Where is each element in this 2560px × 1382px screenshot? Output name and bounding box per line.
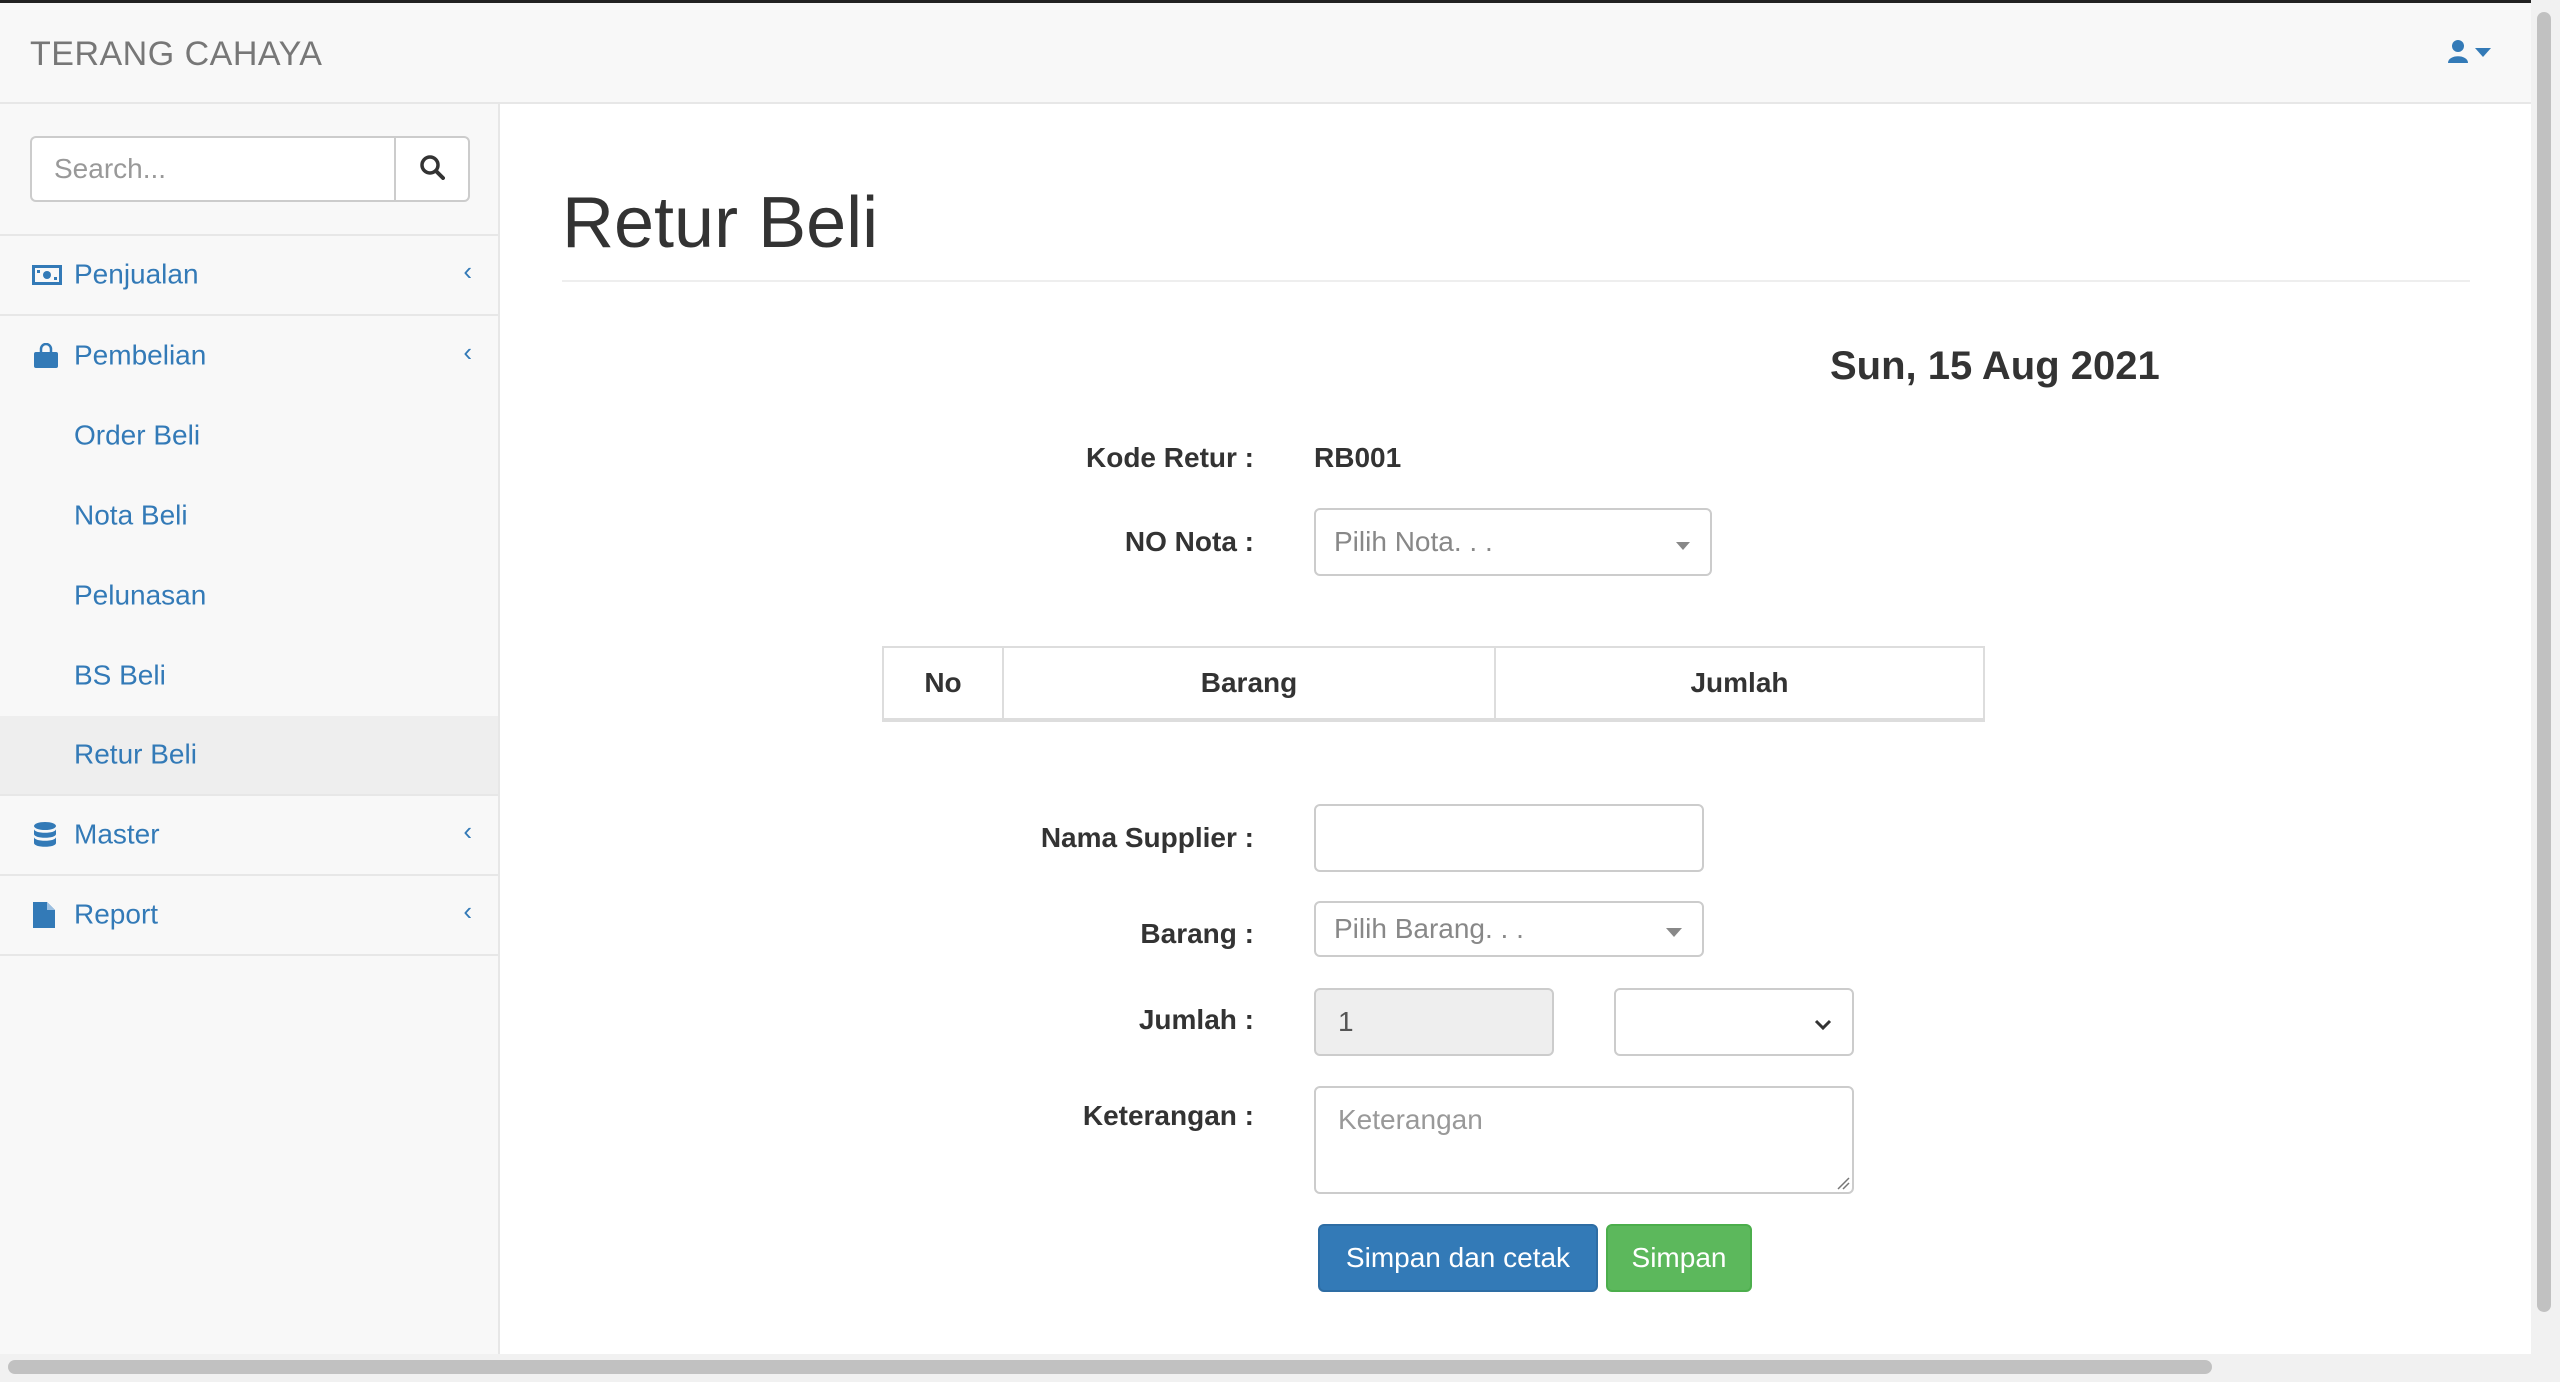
kode-retur-value: RB001 bbox=[1314, 442, 1402, 473]
sidebar-subitem-label: Order Beli bbox=[74, 419, 201, 451]
nama-supplier-input[interactable] bbox=[1314, 804, 1704, 872]
search-input[interactable] bbox=[30, 136, 394, 202]
sidebar-item-label: Master bbox=[74, 818, 160, 850]
caret-down-icon bbox=[2475, 45, 2491, 63]
chevron-left-icon: ‹ bbox=[463, 336, 472, 367]
nama-supplier-label: Nama Supplier : bbox=[1040, 822, 1254, 853]
resize-grip-icon[interactable] bbox=[1834, 1174, 2527, 1350]
chevron-left-icon: ‹ bbox=[463, 895, 472, 926]
sidebar-item-label: Penjualan bbox=[74, 258, 199, 290]
shopping-bag-icon bbox=[32, 343, 60, 369]
money-icon bbox=[32, 265, 62, 285]
title-divider bbox=[562, 280, 2470, 282]
jumlah-input[interactable] bbox=[1314, 988, 1554, 1056]
sidebar-item-pembelian[interactable]: Pembelian ‹ bbox=[0, 316, 498, 396]
no-nota-select[interactable]: Pilih Nota. . . bbox=[1314, 508, 1712, 576]
caret-down-icon bbox=[1666, 913, 1682, 945]
sidebar-item-label: Pembelian bbox=[74, 339, 207, 371]
sidebar-subitem-order-beli[interactable]: Order Beli bbox=[0, 396, 498, 476]
items-table: No Barang Jumlah bbox=[882, 646, 1985, 722]
vertical-scrollbar-thumb[interactable] bbox=[2537, 12, 2551, 1312]
jumlah-label: Jumlah : bbox=[1138, 1004, 1254, 1035]
file-icon bbox=[32, 901, 56, 929]
barang-label: Barang : bbox=[1140, 918, 1254, 949]
save-and-print-button[interactable]: Simpan dan cetak bbox=[1318, 1224, 1598, 1292]
table-header-jumlah: Jumlah bbox=[1494, 648, 1983, 718]
page-title: Retur Beli bbox=[562, 183, 879, 263]
chevron-left-icon: ‹ bbox=[463, 255, 472, 286]
sidebar-subitem-retur-beli[interactable]: Retur Beli bbox=[0, 716, 498, 796]
search-button[interactable] bbox=[394, 136, 470, 202]
kode-retur-label: Kode Retur : bbox=[1086, 442, 1254, 473]
sidebar-subitem-label: Nota Beli bbox=[74, 499, 188, 531]
sidebar-subitem-label: Retur Beli bbox=[74, 738, 197, 770]
barang-placeholder: Pilih Barang. . . bbox=[1334, 913, 1524, 944]
current-date: Sun, 15 Aug 2021 bbox=[1830, 344, 2160, 388]
chevron-down-icon bbox=[1814, 1006, 1832, 1038]
user-menu-toggle[interactable] bbox=[2447, 39, 2491, 68]
table-header-barang: Barang bbox=[1002, 648, 1494, 718]
sidebar-item-master[interactable]: Master ‹ bbox=[0, 796, 498, 876]
search-icon bbox=[419, 154, 445, 185]
horizontal-scrollbar-thumb[interactable] bbox=[8, 1360, 2212, 1374]
sidebar: Penjualan ‹ Pembelian ‹ Order Beli Nota … bbox=[0, 104, 500, 1354]
sidebar-subitem-label: BS Beli bbox=[74, 659, 166, 691]
table-header-no: No bbox=[924, 667, 962, 698]
save-button[interactable]: Simpan bbox=[1606, 1224, 1752, 1292]
sidebar-menu: Penjualan ‹ Pembelian ‹ Order Beli Nota … bbox=[0, 234, 498, 956]
sidebar-item-penjualan[interactable]: Penjualan ‹ bbox=[0, 236, 498, 316]
sidebar-subitem-pelunasan[interactable]: Pelunasan bbox=[0, 556, 498, 636]
sidebar-item-label: Report bbox=[74, 898, 159, 930]
main-content: Retur Beli Sun, 15 Aug 2021 Kode Retur :… bbox=[500, 104, 2531, 1354]
sidebar-subitem-label: Pelunasan bbox=[74, 579, 207, 611]
sidebar-search bbox=[30, 136, 470, 202]
chevron-left-icon: ‹ bbox=[463, 815, 472, 846]
sidebar-item-report[interactable]: Report ‹ bbox=[0, 876, 498, 956]
sidebar-subitem-nota-beli[interactable]: Nota Beli bbox=[0, 476, 498, 556]
sidebar-subitem-bs-beli[interactable]: BS Beli bbox=[0, 636, 498, 716]
unit-select[interactable] bbox=[1614, 988, 1854, 1056]
keterangan-label: Keterangan : bbox=[1082, 1100, 1254, 1131]
user-icon bbox=[2447, 39, 2469, 68]
top-navbar: TERANG CAHAYA bbox=[0, 3, 2531, 104]
no-nota-label: NO Nota : bbox=[1124, 526, 1254, 557]
barang-select[interactable]: Pilih Barang. . . bbox=[1314, 901, 1704, 957]
no-nota-placeholder: Pilih Nota. . . bbox=[1334, 526, 1493, 557]
caret-down-icon bbox=[1676, 526, 1690, 558]
database-icon bbox=[32, 821, 58, 849]
brand-title[interactable]: TERANG CAHAYA bbox=[30, 35, 322, 74]
keterangan-textarea[interactable] bbox=[1314, 1086, 1854, 1194]
